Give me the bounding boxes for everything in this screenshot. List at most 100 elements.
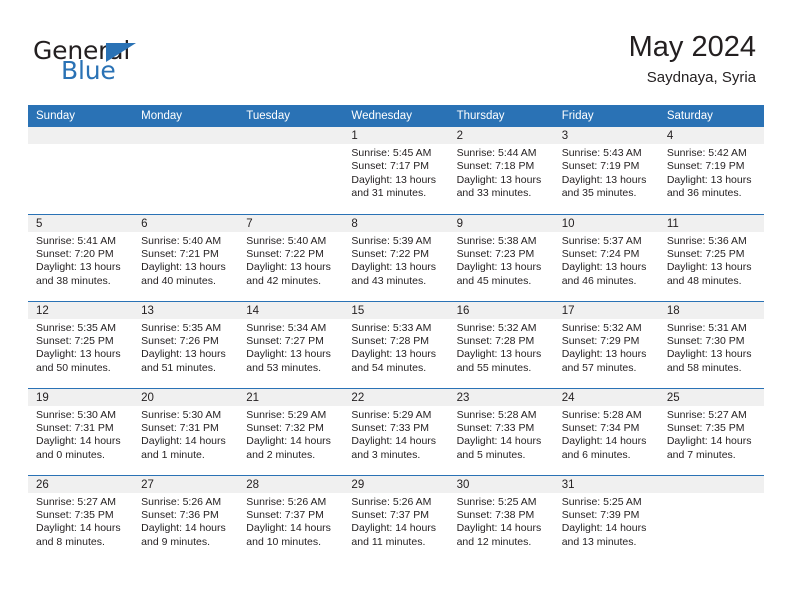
day-cell-content: 27 Sunrise: 5:26 AM Sunset: 7:36 PM Dayligh…	[133, 475, 239, 563]
calendar-day-cell[interactable]: 23 Sunrise: 5:28 AM Sunset: 7:33 PM Dayligh…	[448, 387, 554, 475]
day-details: Sunrise: 5:35 AM Sunset: 7:26 PM Daylight:…	[133, 319, 238, 376]
calendar-cell-empty	[658, 474, 764, 562]
logo-text-blue: Blue	[61, 56, 116, 85]
day-number: 18	[658, 301, 764, 319]
sunset-text: Sunset: 7:25 PM	[36, 334, 114, 347]
calendar-day-cell[interactable]: 17 Sunrise: 5:32 AM Sunset: 7:29 PM Dayligh…	[553, 300, 659, 388]
calendar-day-cell[interactable]: 14 Sunrise: 5:34 AM Sunset: 7:27 PM Dayligh…	[238, 300, 344, 388]
daylight-text: Daylight: 14 hours and 7 minutes.	[666, 435, 752, 461]
sunrise-text: Sunrise: 5:40 AM	[141, 234, 222, 247]
calendar-day-cell[interactable]: 9 Sunrise: 5:38 AM Sunset: 7:23 PM Daylight…	[448, 213, 554, 301]
day-details: Sunrise: 5:26 AM Sunset: 7:36 PM Daylight:…	[133, 493, 238, 550]
weekday-header-thursday: Thursday	[448, 105, 554, 127]
day-cell-content	[238, 127, 344, 214]
calendar-day-cell[interactable]: 7 Sunrise: 5:40 AM Sunset: 7:22 PM Daylight…	[238, 213, 344, 301]
day-details: Sunrise: 5:43 AM Sunset: 7:19 PM Daylight:…	[554, 144, 659, 201]
sunset-text: Sunset: 7:19 PM	[666, 160, 745, 173]
sunset-text: Sunset: 7:21 PM	[141, 247, 219, 260]
calendar-day-cell[interactable]: 4 Sunrise: 5:42 AM Sunset: 7:19 PM Daylight…	[658, 127, 764, 214]
sunrise-text: Sunrise: 5:41 AM	[36, 234, 116, 247]
day-number: 22	[343, 388, 449, 406]
day-details: Sunrise: 5:45 AM Sunset: 7:17 PM Daylight:…	[343, 144, 448, 201]
calendar-day-cell[interactable]: 16 Sunrise: 5:32 AM Sunset: 7:28 PM Dayligh…	[448, 300, 554, 388]
calendar-week-row: 5 Sunrise: 5:41 AM Sunset: 7:20 PM Daylight…	[28, 213, 764, 301]
day-details: Sunrise: 5:33 AM Sunset: 7:28 PM Daylight:…	[343, 319, 448, 376]
calendar-day-cell[interactable]: 31 Sunrise: 5:25 AM Sunset: 7:39 PM Dayligh…	[553, 474, 659, 562]
calendar-day-cell[interactable]: 3 Sunrise: 5:43 AM Sunset: 7:19 PM Daylight…	[553, 127, 659, 214]
calendar-day-cell[interactable]: 19 Sunrise: 5:30 AM Sunset: 7:31 PM Dayligh…	[28, 387, 134, 475]
sunrise-text: Sunrise: 5:29 AM	[351, 408, 432, 421]
day-number: 4	[658, 127, 764, 144]
calendar-day-cell[interactable]: 2 Sunrise: 5:44 AM Sunset: 7:18 PM Daylight…	[448, 127, 554, 214]
calendar-day-cell[interactable]: 1 Sunrise: 5:45 AM Sunset: 7:17 PM Daylight…	[343, 127, 449, 214]
day-details: Sunrise: 5:29 AM Sunset: 7:32 PM Daylight:…	[238, 406, 343, 463]
sunset-text: Sunset: 7:23 PM	[456, 247, 535, 260]
calendar-day-cell[interactable]: 25 Sunrise: 5:27 AM Sunset: 7:35 PM Dayligh…	[658, 387, 764, 475]
calendar-day-cell[interactable]: 27 Sunrise: 5:26 AM Sunset: 7:36 PM Dayligh…	[133, 474, 239, 563]
sunset-text: Sunset: 7:17 PM	[351, 160, 430, 173]
weekday-header-monday: Monday	[133, 105, 239, 127]
sunset-text: Sunset: 7:24 PM	[561, 247, 640, 260]
day-number	[238, 127, 344, 144]
day-number	[133, 127, 239, 144]
day-number: 24	[553, 388, 659, 406]
day-number: 10	[553, 214, 659, 232]
sunrise-text: Sunrise: 5:35 AM	[141, 321, 222, 334]
weekday-header-wednesday: Wednesday	[343, 105, 449, 127]
sunrise-text: Sunrise: 5:27 AM	[36, 495, 116, 508]
daylight-text: Daylight: 13 hours and 33 minutes.	[456, 173, 542, 200]
page-subtitle: Saydnaya, Syria	[646, 69, 756, 86]
calendar-day-cell[interactable]: 15 Sunrise: 5:33 AM Sunset: 7:28 PM Dayligh…	[343, 300, 449, 388]
sunrise-text: Sunrise: 5:28 AM	[456, 408, 537, 421]
calendar-day-cell[interactable]: 11 Sunrise: 5:36 AM Sunset: 7:25 PM Dayligh…	[658, 213, 764, 301]
day-number: 25	[658, 388, 764, 406]
day-details: Sunrise: 5:39 AM Sunset: 7:22 PM Daylight:…	[343, 232, 448, 289]
daylight-text: Daylight: 13 hours and 53 minutes.	[246, 348, 331, 374]
day-cell-content: 10 Sunrise: 5:37 AM Sunset: 7:24 PM Dayligh…	[553, 214, 659, 301]
calendar-cell-empty	[238, 127, 344, 214]
sunrise-text: Sunrise: 5:26 AM	[351, 495, 432, 508]
day-cell-content	[28, 127, 134, 214]
day-cell-content: 18 Sunrise: 5:31 AM Sunset: 7:30 PM Dayligh…	[658, 301, 764, 388]
sunset-text: Sunset: 7:37 PM	[351, 508, 430, 521]
calendar-day-cell[interactable]: 8 Sunrise: 5:39 AM Sunset: 7:22 PM Daylight…	[343, 213, 449, 301]
sunrise-text: Sunrise: 5:33 AM	[351, 321, 432, 334]
calendar-day-cell[interactable]: 26 Sunrise: 5:27 AM Sunset: 7:35 PM Dayligh…	[28, 474, 134, 562]
day-number: 14	[238, 301, 344, 319]
calendar-week-row: 12 Sunrise: 5:35 AM Sunset: 7:25 PM Dayligh…	[28, 300, 764, 388]
day-details: Sunrise: 5:32 AM Sunset: 7:28 PM Daylight:…	[449, 319, 554, 376]
daylight-text: Daylight: 14 hours and 5 minutes.	[456, 435, 542, 461]
calendar-day-cell[interactable]: 24 Sunrise: 5:28 AM Sunset: 7:34 PM Dayligh…	[553, 387, 659, 475]
sunrise-text: Sunrise: 5:28 AM	[561, 408, 642, 421]
day-details: Sunrise: 5:26 AM Sunset: 7:37 PM Daylight:…	[343, 493, 448, 550]
calendar-day-cell[interactable]: 28 Sunrise: 5:26 AM Sunset: 7:37 PM Dayligh…	[238, 474, 344, 562]
calendar-day-cell[interactable]: 22 Sunrise: 5:29 AM Sunset: 7:33 PM Dayligh…	[343, 387, 449, 475]
sunset-text: Sunset: 7:25 PM	[666, 247, 745, 260]
calendar-day-cell[interactable]: 5 Sunrise: 5:41 AM Sunset: 7:20 PM Daylight…	[28, 213, 134, 301]
sunset-text: Sunset: 7:19 PM	[561, 160, 640, 173]
calendar-day-cell[interactable]: 6 Sunrise: 5:40 AM Sunset: 7:21 PM Daylight…	[133, 213, 239, 301]
day-details: Sunrise: 5:27 AM Sunset: 7:35 PM Daylight:…	[28, 493, 133, 550]
calendar-day-cell[interactable]: 29 Sunrise: 5:26 AM Sunset: 7:37 PM Dayligh…	[343, 474, 449, 562]
day-cell-content: 23 Sunrise: 5:28 AM Sunset: 7:33 PM Dayligh…	[448, 388, 554, 475]
calendar-day-cell[interactable]: 20 Sunrise: 5:30 AM Sunset: 7:31 PM Dayligh…	[133, 387, 239, 475]
calendar-day-cell[interactable]: 30 Sunrise: 5:25 AM Sunset: 7:38 PM Dayligh…	[448, 474, 554, 563]
daylight-text: Daylight: 13 hours and 36 minutes.	[666, 173, 752, 200]
day-number: 5	[28, 214, 134, 232]
page-title: May 2024	[628, 31, 756, 63]
sunrise-text: Sunrise: 5:25 AM	[456, 495, 537, 508]
day-number: 30	[448, 475, 554, 493]
day-cell-content: 13 Sunrise: 5:35 AM Sunset: 7:26 PM Dayligh…	[133, 301, 239, 388]
day-number: 17	[553, 301, 659, 319]
calendar-day-cell[interactable]: 18 Sunrise: 5:31 AM Sunset: 7:30 PM Dayligh…	[658, 300, 764, 388]
sunrise-text: Sunrise: 5:25 AM	[561, 495, 642, 508]
day-details: Sunrise: 5:29 AM Sunset: 7:33 PM Daylight:…	[343, 406, 448, 463]
day-cell-content: 15 Sunrise: 5:33 AM Sunset: 7:28 PM Dayligh…	[343, 301, 449, 388]
day-number: 27	[133, 475, 239, 493]
day-cell-content: 24 Sunrise: 5:28 AM Sunset: 7:34 PM Dayligh…	[553, 388, 659, 475]
calendar-day-cell[interactable]: 13 Sunrise: 5:35 AM Sunset: 7:26 PM Dayligh…	[133, 300, 239, 388]
day-cell-content: 30 Sunrise: 5:25 AM Sunset: 7:38 PM Dayligh…	[448, 475, 554, 563]
calendar-day-cell[interactable]: 12 Sunrise: 5:35 AM Sunset: 7:25 PM Dayligh…	[28, 300, 134, 388]
calendar-day-cell[interactable]: 10 Sunrise: 5:37 AM Sunset: 7:24 PM Dayligh…	[553, 213, 659, 301]
calendar-day-cell[interactable]: 21 Sunrise: 5:29 AM Sunset: 7:32 PM Dayligh…	[238, 387, 344, 475]
